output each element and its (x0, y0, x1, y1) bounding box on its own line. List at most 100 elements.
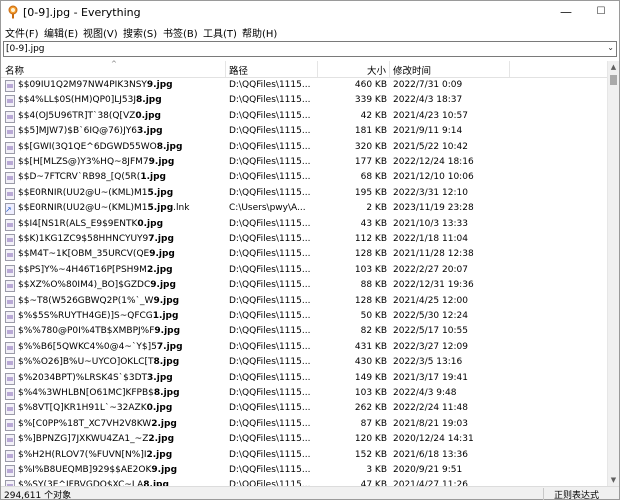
image-file-icon (5, 234, 15, 246)
table-row[interactable]: $%%B6[5QWKC4%0@4~`Y$]57.jpg D:\QQFiles\11… (1, 340, 607, 355)
table-row[interactable]: $$4%LL$0S(HM)QP0]LJ53J8.jpg D:\QQFiles\11… (1, 93, 607, 108)
table-row[interactable]: $$09IU1Q2M97NW4PIK3NSY9.jpg D:\QQFiles\11… (1, 78, 607, 93)
file-size: 262 KB (354, 403, 387, 414)
table-row[interactable]: $$PS]Y%~4H46T16P[PSH9M2.jpg D:\QQFiles\11… (1, 263, 607, 278)
file-modified-date: 2022/2/24 11:48 (393, 403, 468, 414)
table-row[interactable]: $%H2H(RLOV7(%FUVN[N%]I2.jpg D:\QQFiles\11… (1, 448, 607, 463)
file-modified-date: 2021/9/11 9:14 (393, 126, 463, 137)
file-name: $$~T8(W526GBWQ2P(1%`_W9.jpg (18, 295, 180, 306)
file-name: $%%780@P0I%4TB$XMBPJ%F9.jpg (18, 326, 181, 337)
file-name: $%]BPNZG]7JXKWU4ZA1_~Z2.jpg (18, 434, 175, 445)
image-file-icon (5, 264, 15, 277)
table-row[interactable]: $$E0RNIR(UU2@U~(KML)M15.jpg.lnk C:\Users\… (1, 201, 607, 216)
table-row[interactable]: $%I%B8UEQMB]929$$AE2OK9.jpg D:\QQFiles\11… (1, 463, 607, 478)
image-file-icon (5, 157, 15, 169)
table-row[interactable]: $$K)1KG1ZC9$58HHNCYUY97.jpg D:\QQFiles\11… (1, 232, 607, 247)
file-size: 68 KB (360, 172, 387, 183)
chevron-down-icon[interactable]: ⌄ (607, 43, 614, 52)
table-row[interactable]: $$[H[MLZS@)Y3%HQ~8JFM79.jpg D:\QQFiles\11… (1, 155, 607, 170)
image-file-icon (5, 326, 15, 339)
search-input[interactable] (5, 42, 595, 56)
file-name: $$4(OJ5U96TR]T`38(Q[VZ0.jpg (18, 110, 161, 121)
file-path: D:\QQFiles\1115... (229, 141, 311, 152)
menu-view[interactable]: 视图(V) (83, 25, 118, 40)
table-row[interactable]: $%$5S%RUYTH4GE)]S~QFCG1.jpg D:\QQFiles\11… (1, 309, 607, 324)
file-path: D:\QQFiles\1115... (229, 326, 311, 337)
file-modified-date: 2021/5/22 10:42 (393, 141, 468, 152)
menu-bookmarks[interactable]: 书签(B) (163, 25, 198, 40)
table-row[interactable]: $$XZ%O%80IM4)_BO]$GZDC9.jpg D:\QQFiles\11… (1, 278, 607, 293)
column-modified[interactable]: 修改时间 (393, 63, 431, 77)
image-file-icon (5, 95, 15, 108)
column-divider[interactable] (317, 61, 318, 77)
object-count: 294,611 个对象 (4, 491, 72, 500)
table-row[interactable]: $%2034BPT)%LRSK4S`$3DT3.jpg D:\QQFiles\11… (1, 371, 607, 386)
menu-tools[interactable]: 工具(T) (203, 25, 237, 40)
search-box[interactable]: ⌄ (3, 41, 617, 57)
table-row[interactable]: $$M4T~1K[OBM_35URCV(QE9.jpg D:\QQFiles\11… (1, 247, 607, 262)
window-title: [0-9].jpg - Everything (23, 6, 141, 19)
vertical-scrollbar[interactable]: ▲ ▼ (607, 61, 619, 486)
file-name: $%$5S%RUYTH4GE)]S~QFCG1.jpg (18, 311, 179, 321)
scroll-up-icon[interactable]: ▲ (608, 63, 619, 71)
file-path: D:\QQFiles\1115... (229, 357, 311, 368)
table-row[interactable]: $$E0RNIR(UU2@U~(KML)M15.jpg D:\QQFiles\11… (1, 186, 607, 201)
column-divider[interactable] (225, 61, 226, 77)
table-row[interactable]: $$5]MJW7)$B`6IQ@76)JY63.jpg D:\QQFiles\11… (1, 124, 607, 139)
file-path: D:\QQFiles\1115... (229, 95, 311, 106)
image-file-icon (5, 249, 15, 262)
image-file-icon (5, 218, 15, 231)
image-file-icon (5, 295, 15, 308)
table-row[interactable]: $%%O26]B%U~UYCO]OKLC[T8.jpg D:\QQFiles\11… (1, 355, 607, 370)
table-row[interactable]: $%[C0PP%18T_XC7VH2V8KW2.jpg D:\QQFiles\11… (1, 417, 607, 432)
file-modified-date: 2022/1/18 11:04 (393, 234, 468, 244)
file-modified-date: 2022/7/31 0:09 (393, 80, 463, 90)
file-size: 195 KB (354, 187, 387, 198)
file-path: D:\QQFiles\1115... (229, 80, 311, 90)
file-modified-date: 2022/12/24 18:16 (393, 157, 474, 167)
image-file-icon (5, 418, 15, 431)
menu-file[interactable]: 文件(F) (5, 25, 39, 40)
file-modified-date: 2021/4/25 12:00 (393, 295, 468, 306)
table-row[interactable]: $%]BPNZG]7JXKWU4ZA1_~Z2.jpg D:\QQFiles\11… (1, 432, 607, 447)
file-path: D:\QQFiles\1115... (229, 172, 311, 183)
table-row[interactable]: $$~T8(W526GBWQ2P(1%`_W9.jpg D:\QQFiles\11… (1, 294, 607, 309)
file-name: $$PS]Y%~4H46T16P[PSH9M2.jpg (18, 264, 173, 275)
file-path: D:\QQFiles\1115... (229, 465, 311, 475)
file-name: $$I4[NS1R(ALS_E9$9ENTK0.jpg (18, 218, 164, 229)
sort-ascending-icon: ^ (111, 60, 117, 68)
table-row[interactable]: $$4(OJ5U96TR]T`38(Q[VZ0.jpg D:\QQFiles\11… (1, 109, 607, 124)
column-header: 名称 ^ 路径 大小 修改时间 (1, 60, 607, 78)
menu-search[interactable]: 搜索(S) (123, 25, 157, 40)
regex-indicator[interactable]: 正则表达式 (543, 488, 599, 500)
column-name[interactable]: 名称 (5, 63, 24, 77)
table-row[interactable]: $%SY(3E^IFBVGDQ$XC~LA8.jpg D:\QQFiles\111… (1, 478, 607, 486)
file-name: $%8VT[Q]KR1H91L`~32AZK0.jpg (18, 403, 173, 414)
minimize-button[interactable]: — (549, 1, 583, 23)
table-row[interactable]: $$[GWI(3Q1QE^6DGWD55WO8.jpg D:\QQFiles\11… (1, 140, 607, 155)
table-row[interactable]: $%8VT[Q]KR1H91L`~32AZK0.jpg D:\QQFiles\11… (1, 401, 607, 416)
file-path: D:\QQFiles\1115... (229, 418, 311, 429)
file-size: 152 KB (354, 449, 387, 460)
column-path[interactable]: 路径 (229, 63, 248, 77)
menu-help[interactable]: 帮助(H) (242, 25, 277, 40)
table-row[interactable]: $$D~7FTCRV`RB98_[Q(5R(1.jpg D:\QQFiles\11… (1, 170, 607, 185)
file-size: 120 KB (354, 434, 387, 445)
scroll-down-icon[interactable]: ▼ (608, 476, 619, 484)
file-size: 320 KB (354, 141, 387, 152)
maximize-button[interactable]: ☐ (584, 1, 618, 23)
column-size[interactable]: 大小 (367, 63, 386, 77)
table-row[interactable]: $%%780@P0I%4TB$XMBPJ%F9.jpg D:\QQFiles\11… (1, 324, 607, 339)
file-size: 82 KB (360, 326, 387, 337)
file-name: $$M4T~1K[OBM_35URCV(QE9.jpg (18, 249, 175, 260)
file-size: 431 KB (354, 341, 387, 352)
menu-edit[interactable]: 编辑(E) (44, 25, 78, 40)
file-path: D:\QQFiles\1115... (229, 249, 311, 260)
scroll-thumb[interactable] (610, 75, 617, 85)
column-divider[interactable] (509, 61, 510, 77)
table-row[interactable]: $$I4[NS1R(ALS_E9$9ENTK0.jpg D:\QQFiles\11… (1, 217, 607, 232)
file-size: 128 KB (354, 295, 387, 306)
table-row[interactable]: $%4%3WHLBN[O61MC]KFPB$8.jpg D:\QQFiles\11… (1, 386, 607, 401)
file-modified-date: 2020/12/24 14:31 (393, 434, 474, 445)
column-divider[interactable] (389, 61, 390, 77)
